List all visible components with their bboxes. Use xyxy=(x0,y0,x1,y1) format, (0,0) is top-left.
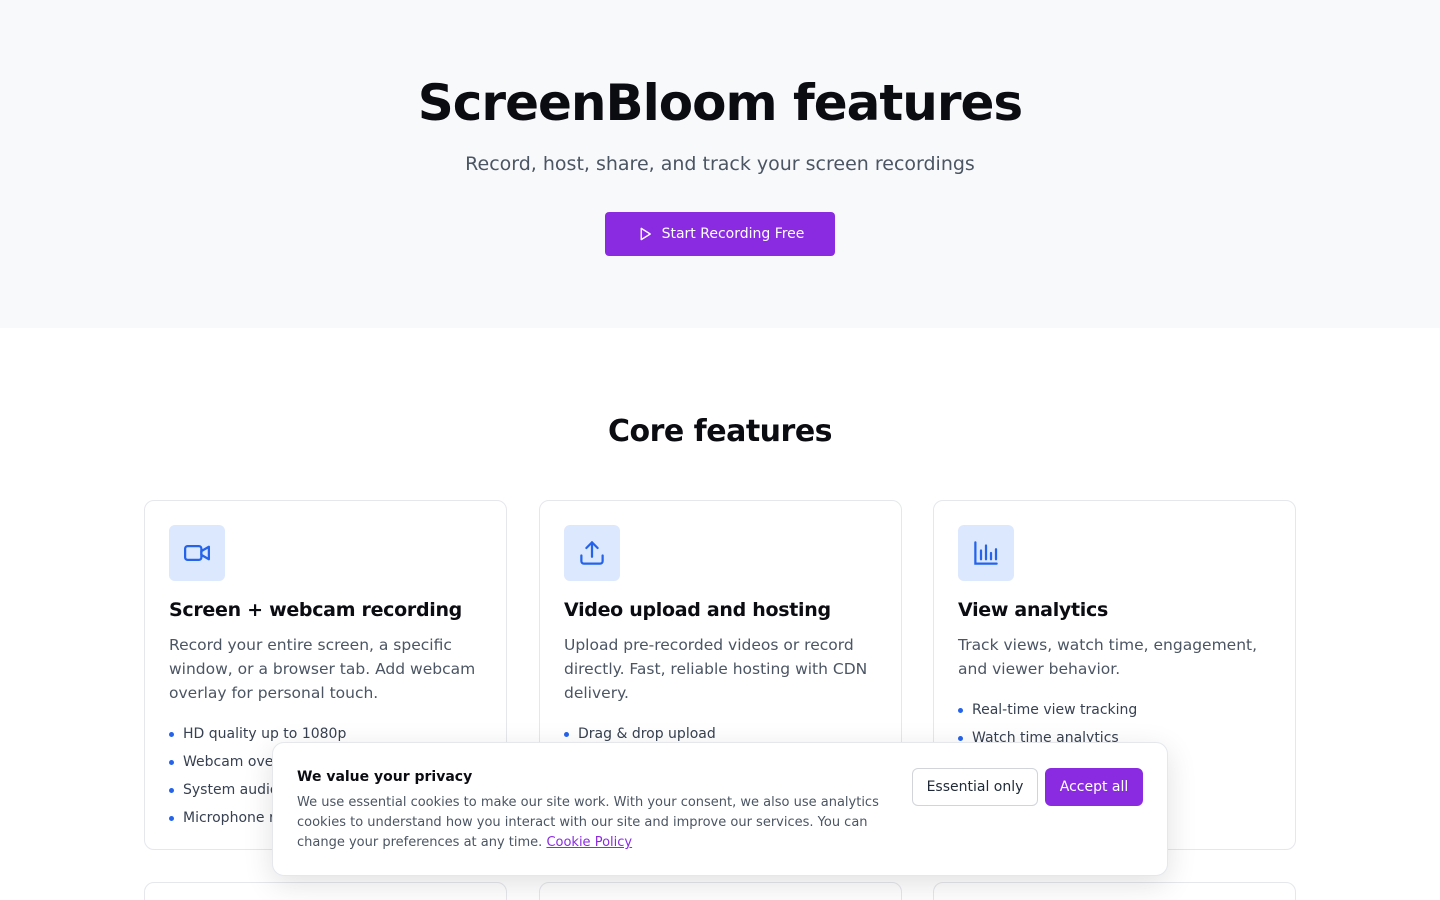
essential-only-button[interactable]: Essential only xyxy=(912,768,1038,806)
cookie-policy-link[interactable]: Cookie Policy xyxy=(546,835,632,850)
play-icon xyxy=(640,227,651,241)
upload-icon xyxy=(564,525,620,581)
page-title: ScreenBloom features xyxy=(417,74,1023,132)
card-title: Video upload and hosting xyxy=(564,599,831,621)
feature-card xyxy=(144,882,507,900)
start-recording-button[interactable]: Start Recording Free xyxy=(605,212,835,256)
card-description: Track views, watch time, engagement, and… xyxy=(958,636,1258,678)
bar-chart-icon xyxy=(958,525,1014,581)
card-description: Upload pre-recorded videos or record dir… xyxy=(564,636,868,702)
core-features-heading: Core features xyxy=(607,414,833,449)
accept-all-button[interactable]: Accept all xyxy=(1045,768,1143,806)
hero-section: ScreenBloom features Record, host, share… xyxy=(0,0,1440,328)
feature-card xyxy=(539,882,902,900)
page-subtitle: Record, host, share, and track your scre… xyxy=(465,153,975,175)
card-title: View analytics xyxy=(958,599,1108,621)
cookie-title: We value your privacy xyxy=(297,769,473,785)
cookie-consent-banner: We value your privacy We use essential c… xyxy=(272,742,1168,876)
feature-card xyxy=(933,882,1296,900)
card-description: Record your entire screen, a specific wi… xyxy=(169,636,476,702)
cookie-text: We use essential cookies to make our sit… xyxy=(297,793,887,853)
list-item: Real-time view tracking xyxy=(958,696,1137,724)
video-camera-icon xyxy=(169,525,225,581)
card-title: Screen + webcam recording xyxy=(169,599,462,621)
start-recording-label: Start Recording Free xyxy=(661,226,805,242)
